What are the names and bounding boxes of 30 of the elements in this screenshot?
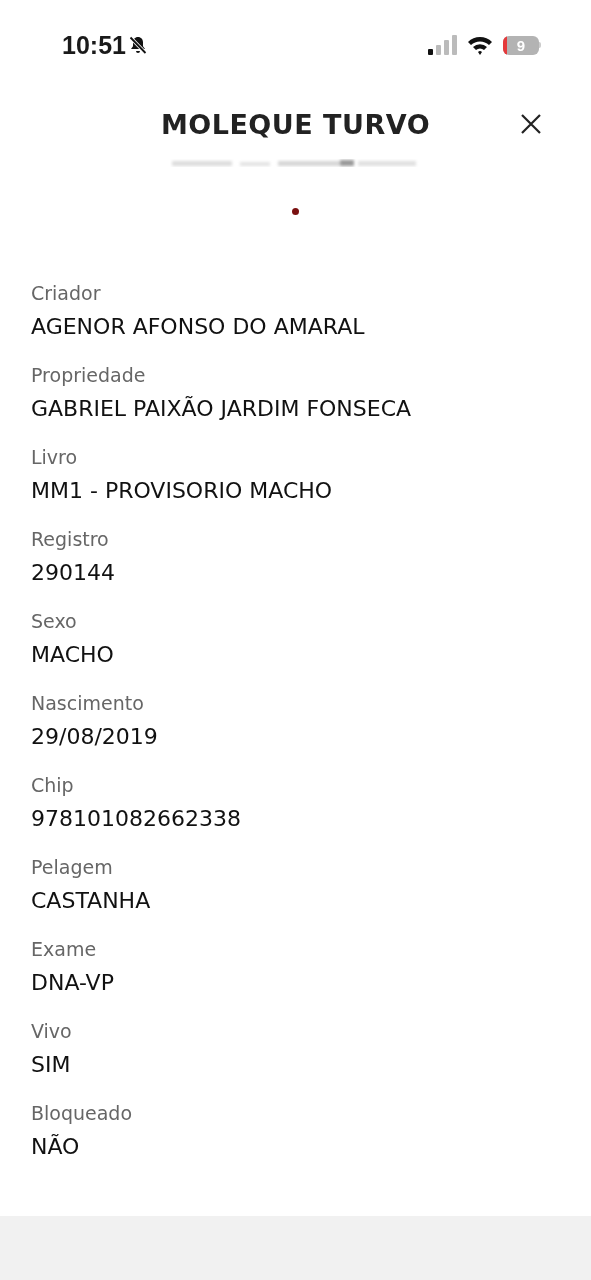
field-value: 29/08/2019 bbox=[31, 723, 159, 751]
field-value: 978101082662338 bbox=[31, 805, 242, 833]
field-label: Livro bbox=[31, 445, 79, 470]
field-label: Chip bbox=[31, 773, 75, 798]
field-value: SIM bbox=[31, 1051, 72, 1079]
field-value: 290144 bbox=[31, 559, 116, 587]
page-dot[interactable] bbox=[292, 208, 299, 215]
field-label: Nascimento bbox=[31, 691, 145, 716]
wifi-icon bbox=[467, 35, 493, 55]
close-icon[interactable] bbox=[520, 113, 542, 135]
field-label: Vivo bbox=[31, 1019, 73, 1044]
field-value: NÃO bbox=[31, 1133, 81, 1161]
field-label: Sexo bbox=[31, 609, 78, 634]
field-value: CASTANHA bbox=[31, 887, 152, 915]
field-value: GABRIEL PAIXÃO JARDIM FONSECA bbox=[31, 395, 413, 423]
field-label: Propriedade bbox=[31, 363, 147, 388]
field-value: DNA-VP bbox=[31, 969, 115, 997]
field-label: Criador bbox=[31, 281, 102, 306]
field-value: MACHO bbox=[31, 641, 115, 669]
field-value: MM1 - PROVISORIO MACHO bbox=[31, 477, 334, 505]
page-title: MOLEQUE TURVO bbox=[160, 108, 431, 140]
field-value: AGENOR AFONSO DO AMARAL bbox=[31, 313, 366, 341]
field-label: Registro bbox=[31, 527, 110, 552]
status-time: 10:51 bbox=[62, 30, 126, 60]
field-label: Pelagem bbox=[31, 855, 114, 880]
field-label: Bloqueado bbox=[31, 1101, 134, 1126]
bell-slash-icon bbox=[127, 35, 148, 55]
battery-icon: 9 bbox=[503, 35, 541, 55]
field-label: Exame bbox=[31, 937, 98, 962]
signal-icon bbox=[427, 35, 457, 55]
